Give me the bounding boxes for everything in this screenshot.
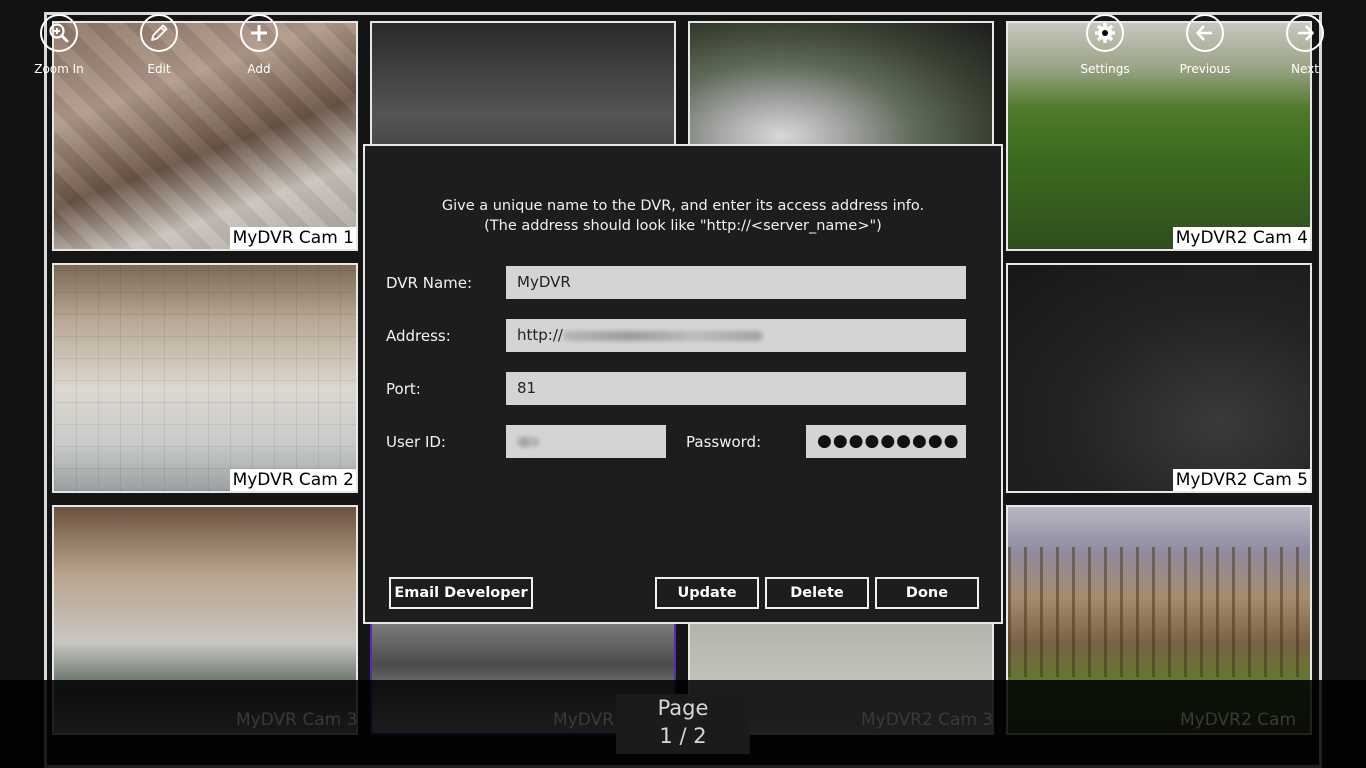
page-indicator: Page 1 / 2 — [616, 694, 750, 754]
camera-label: MyDVR2 Cam 5 — [1172, 469, 1310, 491]
edit-button[interactable]: Edit — [119, 14, 199, 76]
camera-tile[interactable]: MyDVR2 Cam 5 — [1006, 263, 1312, 493]
page-title: Page — [657, 696, 709, 720]
camera-feed — [1008, 265, 1310, 491]
zoom-in-label: Zoom In — [34, 62, 84, 76]
settings-button[interactable]: Settings — [1065, 14, 1145, 76]
user-id-input[interactable] — [506, 425, 666, 458]
password-input[interactable]: ●●●●●●●●● — [806, 425, 966, 458]
settings-label: Settings — [1080, 62, 1130, 76]
ghost-camera-label: MyDVR2 Cam 3 — [861, 710, 994, 730]
camera-feed — [54, 23, 356, 249]
arrow-right-icon — [1286, 14, 1324, 52]
camera-label: MyDVR Cam 1 — [229, 227, 356, 249]
dialog-message-line2: (The address should look like "http://<s… — [484, 218, 882, 234]
next-button[interactable]: Next — [1265, 14, 1345, 76]
port-label: Port: — [386, 380, 421, 398]
previous-button[interactable]: Previous — [1165, 14, 1245, 76]
dialog-message-line1: Give a unique name to the DVR, and enter… — [441, 198, 925, 214]
camera-feed — [54, 265, 356, 491]
ghost-camera-label: MyDVR Cam 3 — [236, 710, 358, 730]
page-number: 1 / 2 — [659, 724, 707, 748]
edit-label: Edit — [147, 62, 171, 76]
redacted-address — [562, 330, 763, 341]
address-value: http:// — [517, 326, 563, 344]
camera-tile[interactable]: MyDVR Cam 2 — [52, 263, 358, 493]
zoom-in-icon — [40, 14, 78, 52]
address-label: Address: — [386, 327, 451, 345]
dialog-message: Give a unique name to the DVR, and enter… — [365, 196, 1001, 236]
pencil-icon — [140, 14, 178, 52]
previous-label: Previous — [1179, 62, 1231, 76]
camera-label: MyDVR2 Cam 4 — [1172, 227, 1310, 249]
redacted-user-id — [517, 436, 539, 447]
plus-icon — [240, 14, 278, 52]
gear-icon — [1086, 14, 1124, 52]
add-button[interactable]: Add — [219, 14, 299, 76]
address-input[interactable]: http:// — [506, 319, 966, 352]
zoom-in-button[interactable]: Zoom In — [19, 14, 99, 76]
dvr-name-input[interactable]: MyDVR — [506, 266, 966, 299]
done-button[interactable]: Done — [875, 577, 979, 609]
next-label: Next — [1291, 62, 1319, 76]
port-input[interactable]: 81 — [506, 372, 966, 405]
update-button[interactable]: Update — [655, 577, 759, 609]
camera-label: MyDVR Cam 2 — [229, 469, 356, 491]
user-id-label: User ID: — [386, 433, 446, 451]
dvr-name-label: DVR Name: — [386, 274, 473, 292]
password-label: Password: — [686, 433, 762, 451]
add-label: Add — [247, 62, 271, 76]
arrow-left-icon — [1186, 14, 1224, 52]
delete-button[interactable]: Delete — [765, 577, 869, 609]
dvr-edit-dialog: Give a unique name to the DVR, and enter… — [363, 144, 1003, 624]
email-developer-button[interactable]: Email Developer — [389, 577, 533, 609]
ghost-camera-label: MyDVR2 Cam — [1180, 710, 1297, 730]
